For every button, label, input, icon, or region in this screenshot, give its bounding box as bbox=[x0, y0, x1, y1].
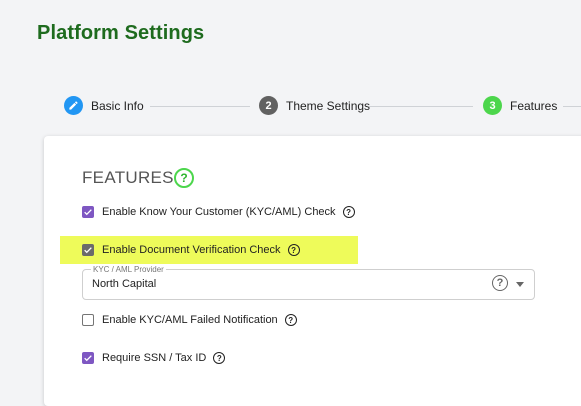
option-label: Enable KYC/AML Failed Notification bbox=[102, 314, 278, 326]
option-label: Require SSN / Tax ID bbox=[102, 352, 207, 364]
step-label: Basic Info bbox=[91, 98, 144, 113]
checkbox[interactable] bbox=[82, 352, 94, 364]
step-theme-settings[interactable]: 2 Theme Settings bbox=[259, 96, 370, 115]
section-title: FEATURES bbox=[82, 168, 174, 187]
pencil-icon bbox=[64, 96, 83, 115]
help-circle-icon[interactable]: ? bbox=[492, 275, 508, 291]
chevron-down-icon[interactable] bbox=[516, 282, 524, 287]
step-number: 2 bbox=[259, 96, 278, 115]
checkbox[interactable] bbox=[82, 314, 94, 326]
help-circle-icon[interactable]: ? bbox=[342, 206, 355, 218]
step-basic-info[interactable]: Basic Info bbox=[64, 96, 144, 115]
help-circle-icon[interactable]: ? bbox=[213, 352, 226, 364]
step-features[interactable]: 3 Features bbox=[483, 96, 557, 115]
help-circle-icon[interactable]: ? bbox=[174, 168, 194, 188]
help-circle-icon[interactable]: ? bbox=[287, 244, 300, 256]
kyc-provider-select[interactable]: KYC / AML Provider North Capital ? bbox=[82, 265, 535, 300]
checkbox[interactable] bbox=[82, 206, 94, 218]
help-circle-icon[interactable]: ? bbox=[284, 314, 297, 326]
features-card: FEATURES ? Enable Know Your Customer (KY… bbox=[44, 136, 581, 406]
option-label: Enable Document Verification Check bbox=[102, 244, 281, 256]
step-label: Features bbox=[510, 98, 558, 113]
stepper: Basic Info 2 Theme Settings 3 Features bbox=[0, 92, 581, 120]
field-value: North Capital bbox=[92, 278, 157, 290]
step-connector bbox=[150, 106, 250, 107]
option-kyc-aml-check[interactable]: Enable Know Your Customer (KYC/AML) Chec… bbox=[82, 202, 355, 222]
step-label: Theme Settings bbox=[286, 98, 371, 113]
field-label: KYC / AML Provider bbox=[91, 265, 166, 274]
option-label: Enable Know Your Customer (KYC/AML) Chec… bbox=[102, 206, 336, 218]
step-connector bbox=[369, 106, 473, 107]
option-failed-notification[interactable]: Enable KYC/AML Failed Notification ? bbox=[82, 310, 297, 330]
checkbox[interactable] bbox=[82, 244, 94, 256]
page-title: Platform Settings bbox=[37, 22, 205, 44]
option-document-verification[interactable]: Enable Document Verification Check ? bbox=[82, 240, 300, 260]
option-require-ssn[interactable]: Require SSN / Tax ID ? bbox=[82, 348, 226, 368]
step-connector bbox=[563, 106, 581, 107]
step-number: 3 bbox=[483, 96, 502, 115]
